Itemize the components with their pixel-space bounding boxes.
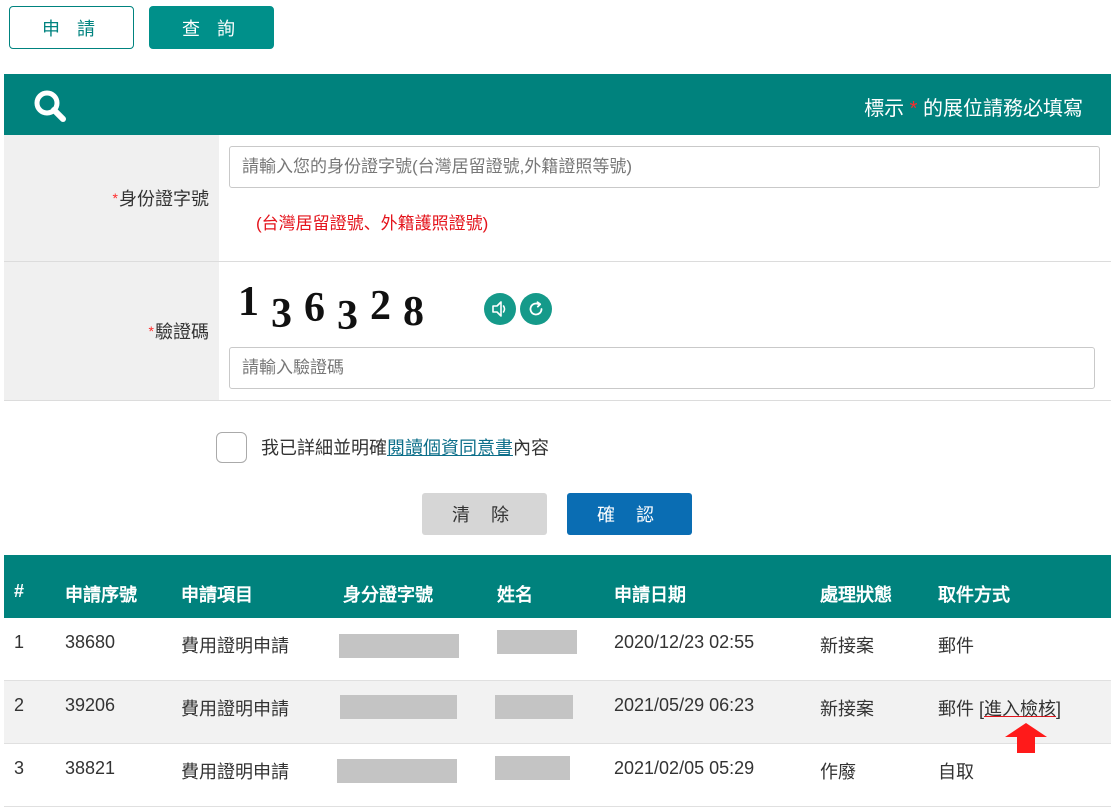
- captcha-digit: 3: [271, 291, 292, 337]
- required-mark: *: [148, 323, 154, 339]
- results-table-header: # 申請序號 申請項目 身分證字號 姓名 申請日期 處理狀態 取件方式: [4, 555, 1111, 618]
- captcha-digit: 1: [238, 279, 259, 325]
- captcha-audio-button[interactable]: [484, 293, 516, 325]
- row-item: 費用證明申請: [181, 636, 289, 656]
- row-item: 費用證明申請: [181, 699, 289, 719]
- table-row: 3 38821 費用證明申請 2021/02/05 05:29 作廢 自取: [4, 744, 1111, 807]
- redacted-name: [495, 756, 570, 780]
- column-header-pickup: 取件方式: [938, 585, 1010, 605]
- column-header-date: 申請日期: [614, 585, 686, 605]
- tab-query[interactable]: 查 詢: [149, 6, 274, 49]
- tab-apply[interactable]: 申 請: [9, 6, 134, 49]
- row-index: 2: [14, 695, 25, 715]
- row-date: 2020/12/23 02:55: [614, 632, 755, 652]
- row-pickup: 自取: [938, 762, 974, 782]
- row-serial: 39206: [65, 695, 116, 715]
- privacy-consent-link[interactable]: 閱讀個資同意書: [387, 434, 513, 460]
- required-note-prefix: 標示: [864, 98, 905, 120]
- captcha-input[interactable]: [229, 347, 1095, 389]
- column-header-index: #: [14, 581, 25, 601]
- agreement-checkbox[interactable]: [216, 431, 247, 463]
- refresh-icon: [529, 301, 543, 316]
- bracket-close: ]: [1056, 699, 1062, 719]
- row-pickup-cell: 郵件 [進入檢核]: [938, 695, 1061, 721]
- row-serial: 38821: [65, 758, 116, 778]
- row-serial: 38680: [65, 632, 116, 652]
- column-header-name: 姓名: [497, 585, 533, 605]
- required-note: 標示 * 的展位請務必填寫: [864, 92, 1083, 121]
- captcha-row: * 驗證碼 1 3 6 3 2 8: [4, 262, 1111, 401]
- row-index: 1: [14, 632, 25, 652]
- captcha-digit: 6: [304, 285, 325, 331]
- search-icon: [34, 90, 66, 122]
- captcha-refresh-button[interactable]: [520, 293, 552, 325]
- redacted-name: [495, 695, 573, 719]
- confirm-button[interactable]: 確 認: [567, 493, 692, 535]
- agreement-prefix: 我已詳細並明確: [261, 438, 387, 458]
- row-pickup: 郵件: [938, 636, 974, 656]
- row-status: 作廢: [820, 762, 856, 782]
- row-pickup: 郵件: [938, 699, 974, 719]
- table-row: 2 39206 費用證明申請 2021/05/29 06:23 新接案 郵件 […: [4, 681, 1111, 744]
- captcha-label: * 驗證碼: [4, 262, 219, 400]
- row-index: 3: [14, 758, 25, 778]
- agreement-suffix: 內容: [513, 438, 549, 458]
- column-header-id-number: 身分證字號: [343, 585, 433, 605]
- form-panel-header: 標示 * 的展位請務必填寫: [4, 74, 1111, 135]
- id-number-hint: (台灣居留證號、外籍護照證號): [256, 214, 489, 233]
- column-header-status: 處理狀態: [820, 585, 892, 605]
- captcha-image: 1 3 6 3 2 8: [238, 279, 436, 339]
- redacted-id-number: [340, 695, 457, 719]
- id-number-label-text: 身份證字號: [119, 189, 209, 209]
- required-mark: *: [112, 190, 118, 206]
- redacted-name: [497, 630, 577, 654]
- row-status: 新接案: [820, 699, 874, 719]
- captcha-digit: 3: [337, 293, 358, 339]
- speaker-icon: [492, 301, 506, 317]
- redacted-id-number: [337, 759, 457, 783]
- table-row: 1 38680 費用證明申請 2020/12/23 02:55 新接案 郵件: [4, 618, 1111, 681]
- redacted-id-number: [339, 634, 459, 658]
- clear-button[interactable]: 清 除: [422, 493, 547, 535]
- required-note-suffix: 的展位請務必填寫: [923, 98, 1083, 120]
- column-header-serial: 申請序號: [65, 585, 137, 605]
- id-number-input[interactable]: [229, 146, 1100, 188]
- row-item: 費用證明申請: [181, 762, 289, 782]
- row-date: 2021/02/05 05:29: [614, 758, 755, 778]
- captcha-label-text: 驗證碼: [155, 322, 209, 342]
- required-note-star: *: [909, 98, 918, 120]
- review-link[interactable]: 進入檢核: [984, 699, 1056, 719]
- row-date: 2021/05/29 06:23: [614, 695, 755, 715]
- captcha-digit: 8: [403, 289, 424, 335]
- id-number-row: * 身份證字號 (台灣居留證號、外籍護照證號): [4, 135, 1111, 262]
- id-number-label: * 身份證字號: [4, 135, 219, 261]
- row-status: 新接案: [820, 636, 874, 656]
- agreement-row: 我已詳細並明確 閱讀個資同意書 內容: [216, 431, 549, 463]
- up-arrow-icon: [1005, 723, 1047, 753]
- captcha-digit: 2: [370, 283, 391, 329]
- column-header-item: 申請項目: [181, 585, 253, 605]
